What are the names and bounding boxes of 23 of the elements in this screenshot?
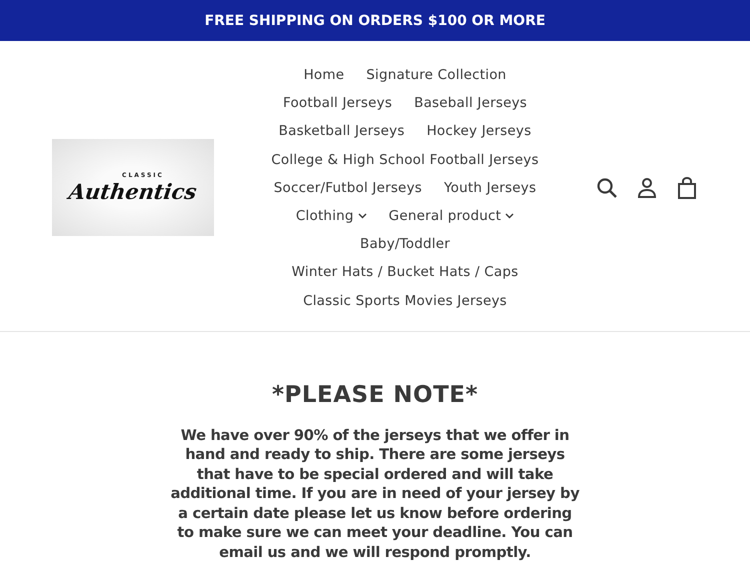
nav-link[interactable]: General product	[388, 208, 514, 224]
announcement-bar: FREE SHIPPING ON ORDERS $100 OR MORE	[0, 0, 750, 41]
nav-link[interactable]: Clothing	[296, 208, 367, 224]
nav-link[interactable]: Soccer/Futbol Jerseys	[274, 180, 422, 196]
nav-link[interactable]: Football Jerseys	[282, 95, 392, 112]
nav-link[interactable]: Winter Hats / Bucket Hats / Caps	[292, 264, 518, 280]
shopping-bag-icon[interactable]	[676, 176, 698, 199]
account-icon[interactable]	[636, 176, 658, 199]
nav-link[interactable]: Classic Sports Movies Jerseys	[303, 292, 507, 309]
nav-link[interactable]: Youth Jerseys	[444, 180, 536, 196]
nav-link[interactable]: Home	[304, 67, 344, 84]
logo-wordmark: Authentics	[68, 178, 198, 204]
caret-icon	[505, 213, 514, 220]
note-text: We have over 90% of the jerseys that we offer in hand and ready to ship. There are some jerseys that have to be special ordered and will take additional time. If you are in need of your jersey by a certain date please let us know before ordering to make sure we can meet your deadline. You can email us and we will respond promptly.	[170, 426, 580, 562]
nav-link[interactable]: Hockey Jerseys	[426, 123, 532, 140]
nav-link[interactable]: College & High School Football Jerseys	[271, 152, 539, 168]
nav-link[interactable]: Baby/Toddler	[360, 236, 450, 252]
nav-link[interactable]: Signature Collection	[366, 67, 506, 84]
search-icon[interactable]	[596, 176, 618, 199]
note-heading: *PLEASE NOTE*	[272, 382, 478, 408]
caret-icon	[358, 213, 367, 220]
nav-link[interactable]: Baseball Jerseys	[414, 95, 528, 112]
nav-link[interactable]: Basketball Jerseys	[278, 123, 405, 140]
